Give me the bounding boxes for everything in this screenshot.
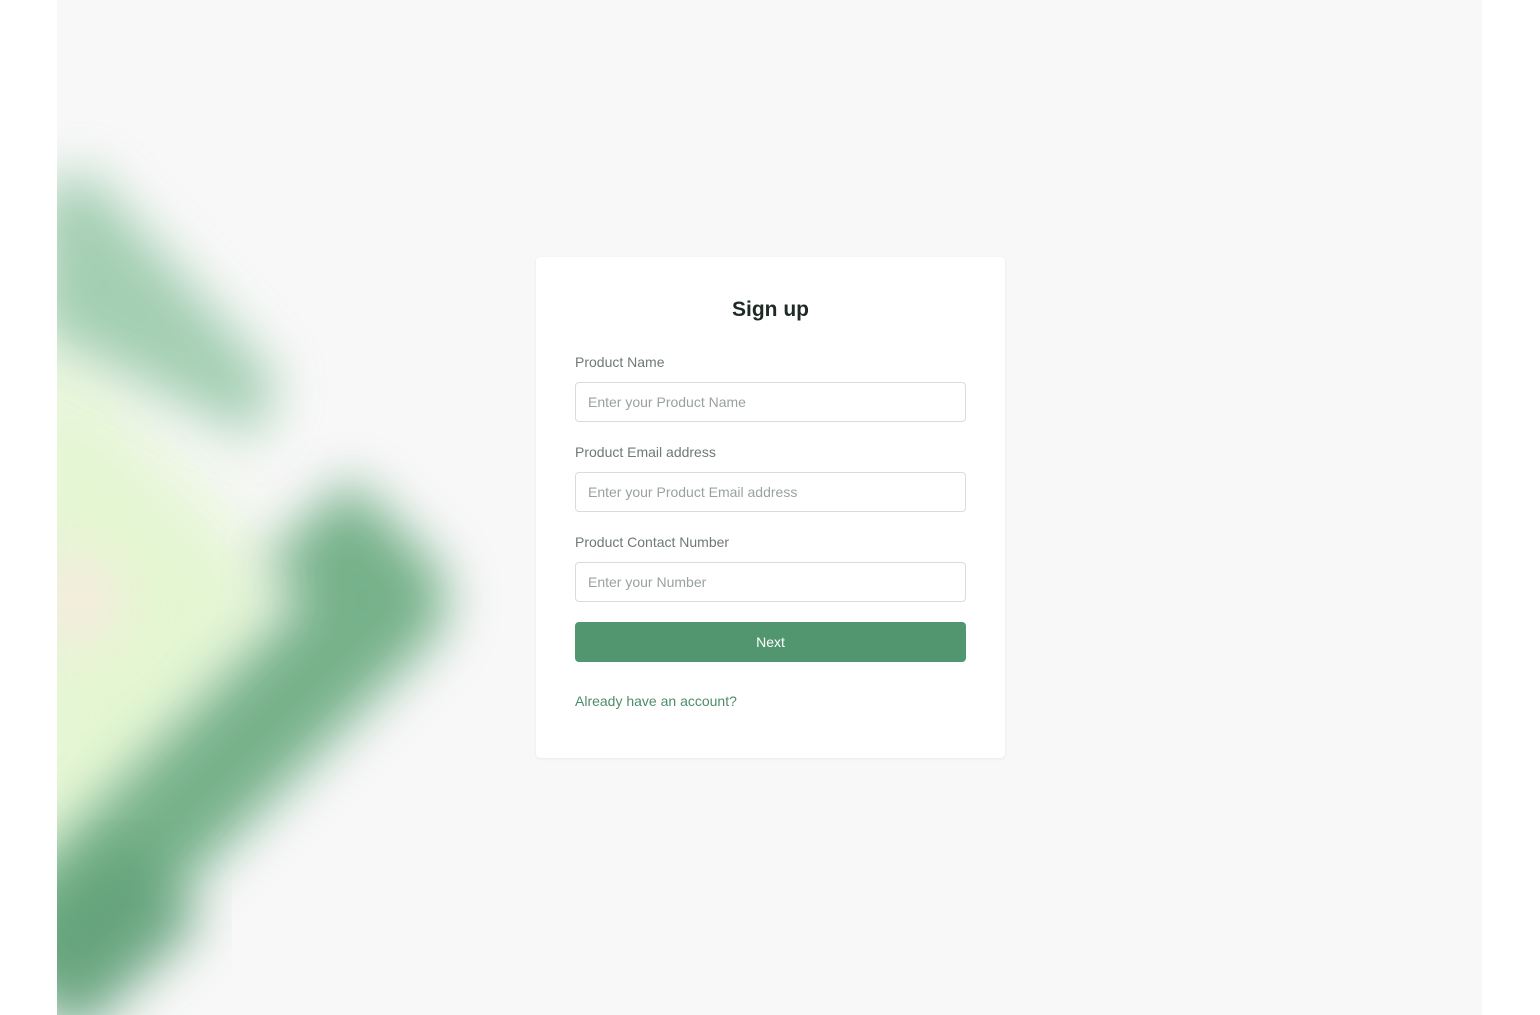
login-link[interactable]: Already have an account? [575,693,737,709]
product-name-label: Product Name [575,354,665,370]
next-button[interactable]: Next [575,622,966,662]
product-contact-input[interactable] [575,562,966,602]
product-email-input[interactable] [575,472,966,512]
product-email-label: Product Email address [575,444,716,460]
signup-card: Sign up Product Name Product Email addre… [536,257,1005,758]
page-title: Sign up [732,298,809,321]
product-contact-label: Product Contact Number [575,534,730,550]
product-name-input[interactable] [575,382,966,422]
page-background: Sign up Product Name Product Email addre… [57,0,1482,1015]
